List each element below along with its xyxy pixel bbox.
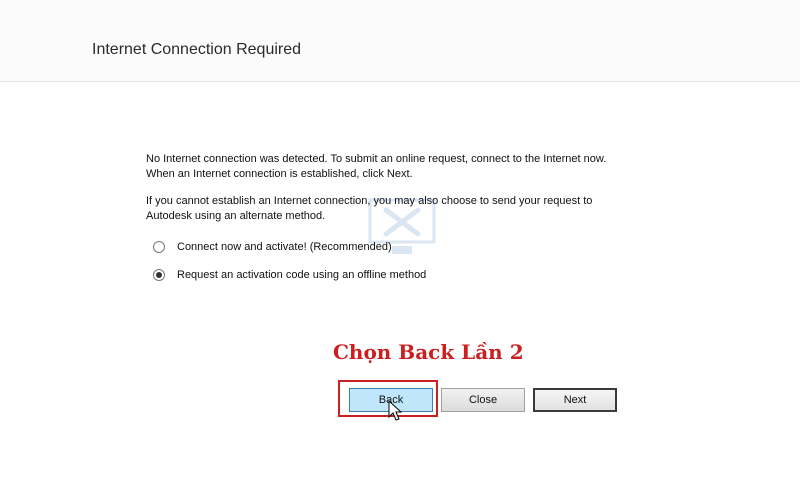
alternate-message-line-2: Autodesk using an alternate method.: [146, 209, 326, 222]
alternate-method-message: If you cannot establish an Internet conn…: [146, 194, 666, 223]
mouse-pointer-icon: [388, 400, 402, 421]
connection-message-line-1: No Internet connection was detected. To …: [146, 153, 607, 165]
option-offline-request-label: Request an activation code using an offl…: [177, 269, 427, 281]
next-button[interactable]: Next: [533, 388, 617, 412]
connection-message-line-2: When an Internet connection is establish…: [146, 167, 413, 180]
radio-offline-request[interactable]: [153, 269, 165, 281]
instruction-annotation: Chọn Back Lần 2: [333, 340, 524, 364]
dialog-header: Internet Connection Required: [0, 0, 800, 82]
option-offline-request[interactable]: Request an activation code using an offl…: [153, 269, 426, 281]
radio-connect-now[interactable]: [153, 241, 165, 253]
connection-message: No Internet connection was detected. To …: [146, 152, 666, 181]
dialog-content: No Internet connection was detected. To …: [146, 152, 666, 223]
alternate-message-line-1: If you cannot establish an Internet conn…: [146, 195, 593, 207]
option-connect-now-label: Connect now and activate! (Recommended): [177, 241, 392, 253]
dialog-title: Internet Connection Required: [92, 41, 302, 58]
option-connect-now[interactable]: Connect now and activate! (Recommended): [153, 241, 392, 253]
close-button[interactable]: Close: [441, 388, 525, 412]
